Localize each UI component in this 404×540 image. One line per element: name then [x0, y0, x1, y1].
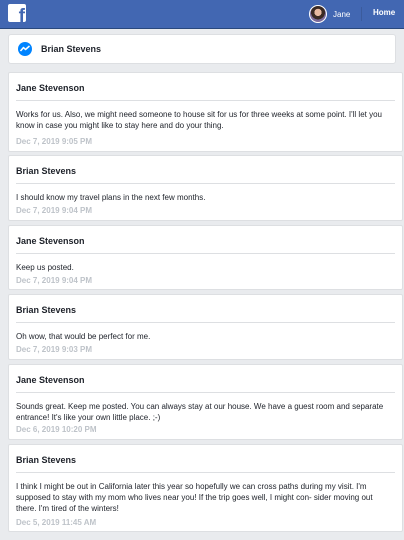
message-card: Brian Stevens Oh wow, that would be perf…	[8, 294, 403, 360]
message-timestamp: Dec 7, 2019 9:04 PM	[16, 276, 93, 285]
conversation-header: Brian Stevens	[8, 34, 396, 64]
divider	[16, 392, 395, 393]
message-author: Jane Stevenson	[16, 375, 85, 385]
message-text: Keep us posted.	[16, 263, 74, 272]
message-author: Brian Stevens	[16, 305, 77, 315]
profile-link[interactable]: Jane	[309, 4, 350, 24]
divider	[16, 253, 395, 254]
message-card: Brian Stevens I should know my travel pl…	[8, 155, 403, 221]
message-timestamp: Dec 7, 2019 9:05 PM	[16, 137, 93, 146]
divider	[16, 100, 395, 101]
nav-divider	[361, 7, 362, 21]
message-card: Jane Stevenson Keep us posted. Dec 7, 20…	[8, 225, 403, 290]
message-text: Sounds great. Keep me posted. You can al…	[16, 402, 384, 422]
message-author: Brian Stevens	[16, 455, 77, 465]
top-navigation-bar: f Jane Home	[0, 0, 404, 29]
message-card: Jane Stevenson Sounds great. Keep me pos…	[8, 364, 403, 440]
avatar[interactable]	[309, 5, 327, 23]
message-timestamp: Dec 7, 2019 9:04 PM	[16, 206, 93, 215]
message-timestamp: Dec 5, 2019 11:45 AM	[16, 518, 97, 527]
divider	[16, 183, 395, 184]
message-text: I should know my travel plans in the nex…	[16, 193, 206, 202]
message-card: Jane Stevenson Works for us. Also, we mi…	[8, 72, 403, 152]
message-timestamp: Dec 6, 2019 10:20 PM	[16, 425, 97, 434]
message-author: Jane Stevenson	[16, 236, 85, 246]
divider	[16, 322, 395, 323]
message-author: Jane Stevenson	[16, 83, 85, 93]
message-timestamp: Dec 7, 2019 9:03 PM	[16, 345, 93, 354]
message-text: I think I might be out in California lat…	[16, 482, 373, 513]
messenger-icon	[18, 42, 32, 56]
message-text: Oh wow, that would be perfect for me.	[16, 332, 151, 341]
facebook-logo-icon[interactable]: f	[8, 4, 26, 22]
divider	[16, 472, 395, 473]
home-link[interactable]: Home	[373, 8, 395, 17]
message-text: Works for us. Also, we might need someon…	[16, 110, 382, 130]
conversation-title: Brian Stevens	[41, 44, 102, 54]
message-author: Brian Stevens	[16, 166, 77, 176]
profile-name[interactable]: Jane	[333, 10, 350, 19]
message-card: Brian Stevens I think I might be out in …	[8, 444, 403, 532]
